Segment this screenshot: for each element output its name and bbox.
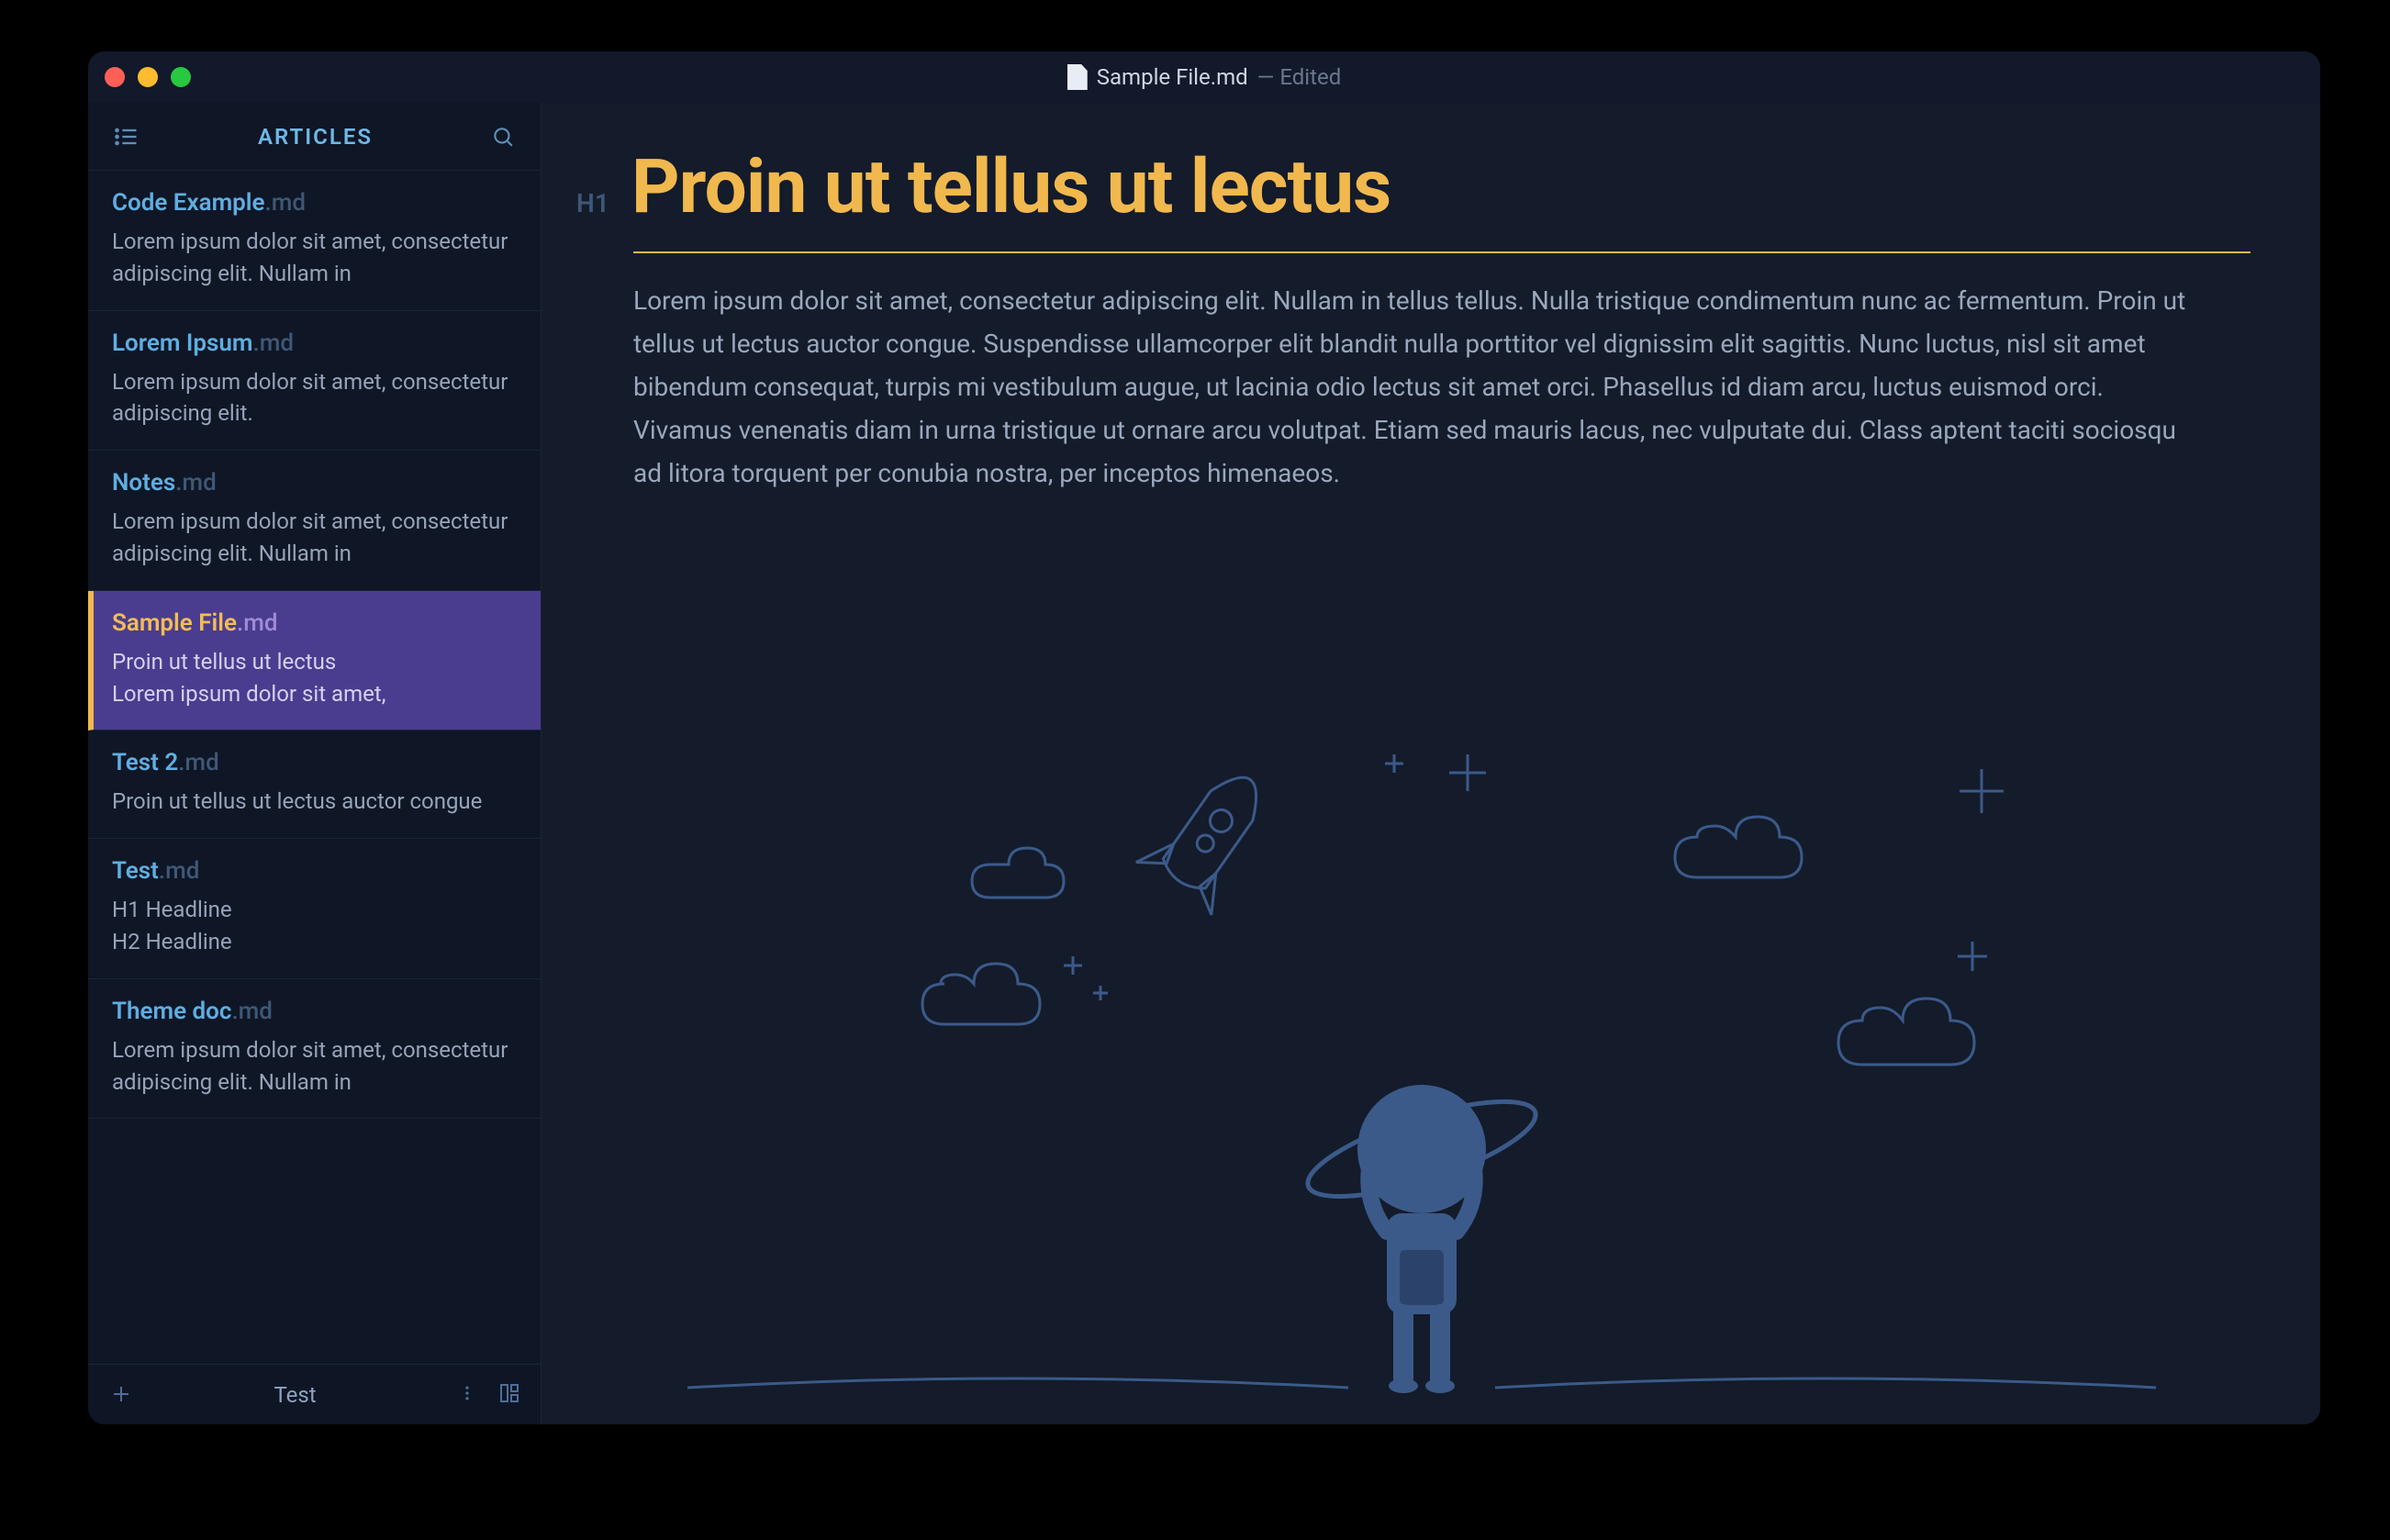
sidebar: ARTICLES Code Example.md Lorem ipsum dolo… xyxy=(88,103,542,1424)
app-body: ARTICLES Code Example.md Lorem ipsum dolo… xyxy=(88,103,2320,1424)
sidebar-header: ARTICLES xyxy=(88,103,541,171)
file-item-preview: Lorem ipsum dolor sit amet, consectetur … xyxy=(112,506,517,570)
file-item-preview: Lorem ipsum dolor sit amet, consectetur … xyxy=(112,1034,517,1099)
file-item[interactable]: Sample File.md Proin ut tellus ut lectus … xyxy=(88,591,541,731)
file-item-preview: H1 Headline H2 Headline xyxy=(112,894,517,958)
app-window: Sample File.md — Edited ARTICLES Code Ex… xyxy=(88,51,2320,1424)
search-icon[interactable] xyxy=(491,125,515,149)
heading-text[interactable]: Proin ut tellus ut lectus xyxy=(631,143,1390,231)
close-window-button[interactable] xyxy=(105,67,125,87)
file-list: Code Example.md Lorem ipsum dolor sit ame… xyxy=(88,171,541,1364)
file-item-preview: Lorem ipsum dolor sit amet, consectetur … xyxy=(112,226,517,290)
more-options-icon[interactable] xyxy=(451,1382,484,1408)
file-item[interactable]: Notes.md Lorem ipsum dolor sit amet, cons… xyxy=(88,451,541,591)
window-edited-status: — Edited xyxy=(1257,64,1342,90)
file-item-preview: Lorem ipsum dolor sit amet, consectetur … xyxy=(112,366,517,430)
file-item-name: Lorem Ipsum.md xyxy=(112,329,517,357)
file-item-name: Test.md xyxy=(112,857,517,885)
heading-underline xyxy=(633,251,2250,253)
file-item-preview: Proin ut tellus ut lectus Lorem ipsum do… xyxy=(112,646,517,710)
minimize-window-button[interactable] xyxy=(138,67,158,87)
file-item[interactable]: Code Example.md Lorem ipsum dolor sit ame… xyxy=(88,171,541,311)
add-file-button[interactable] xyxy=(103,1378,140,1412)
file-item-preview: Proin ut tellus ut lectus auctor congue xyxy=(112,786,517,818)
document-icon xyxy=(1067,64,1088,90)
file-item[interactable]: Theme doc.md Lorem ipsum dolor sit amet, … xyxy=(88,979,541,1120)
illustration xyxy=(542,727,2320,1424)
file-item-name: Notes.md xyxy=(112,469,517,497)
list-icon[interactable] xyxy=(114,124,140,150)
file-item[interactable]: Test 2.md Proin ut tellus ut lectus aucto… xyxy=(88,731,541,839)
sidebar-title: ARTICLES xyxy=(258,124,373,150)
fullscreen-window-button[interactable] xyxy=(171,67,191,87)
layout-icon[interactable] xyxy=(493,1382,526,1408)
sidebar-footer-label[interactable]: Test xyxy=(149,1382,441,1408)
heading-row: H1 Proin ut tellus ut lectus xyxy=(576,143,2250,231)
file-item[interactable]: Test.md H1 Headline H2 Headline xyxy=(88,839,541,979)
file-item[interactable]: Lorem Ipsum.md Lorem ipsum dolor sit amet… xyxy=(88,311,541,452)
file-item-name: Code Example.md xyxy=(112,189,517,217)
sidebar-footer: Test xyxy=(88,1364,541,1424)
file-item-name: Theme doc.md xyxy=(112,998,517,1025)
window-controls xyxy=(105,67,191,87)
editor-pane[interactable]: H1 Proin ut tellus ut lectus Lorem ipsum… xyxy=(542,103,2320,1424)
window-title: Sample File.md — Edited xyxy=(88,64,2320,90)
paragraph-text[interactable]: Lorem ipsum dolor sit amet, consectetur … xyxy=(633,279,2194,495)
window-filename: Sample File.md xyxy=(1097,64,1248,90)
titlebar: Sample File.md — Edited xyxy=(88,51,2320,103)
file-item-name: Sample File.md xyxy=(112,609,517,637)
file-item-name: Test 2.md xyxy=(112,749,517,776)
heading-level-marker: H1 xyxy=(576,188,609,218)
